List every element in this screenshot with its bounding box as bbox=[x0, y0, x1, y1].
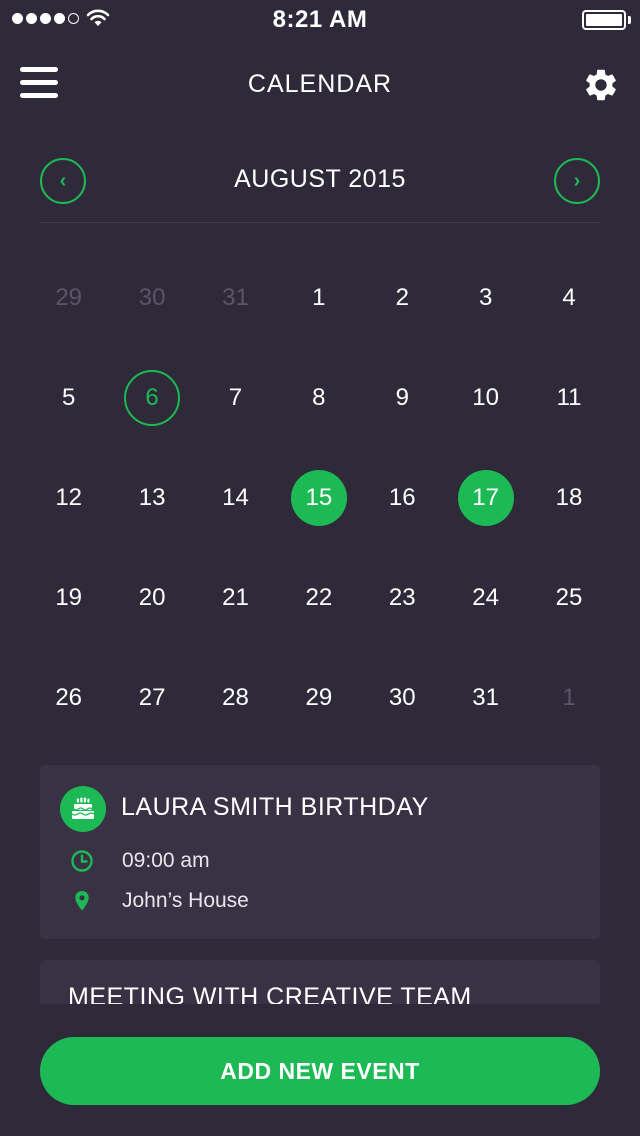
battery-level bbox=[586, 14, 622, 26]
calendar-day-label: 12 bbox=[55, 484, 83, 511]
event-title: MEETING WITH CREATIVE TEAM bbox=[68, 983, 472, 1005]
next-month-button[interactable]: › bbox=[554, 158, 600, 204]
calendar-day-label: 25 bbox=[555, 584, 583, 611]
event-card[interactable]: LAURA SMITH BIRTHDAY 09:00 am John’s Hou… bbox=[40, 765, 600, 939]
calendar-day[interactable]: 29 bbox=[27, 248, 110, 348]
calendar-day[interactable]: 5 bbox=[27, 348, 110, 448]
calendar-day[interactable]: 23 bbox=[361, 548, 444, 648]
calendar-day[interactable]: 11 bbox=[527, 348, 610, 448]
calendar-day-label: 21 bbox=[222, 584, 249, 611]
calendar-day-label: 1 bbox=[312, 284, 326, 311]
calendar-day-label: 10 bbox=[472, 384, 499, 411]
calendar-day[interactable]: 17 bbox=[444, 448, 527, 548]
calendar-day-label: 7 bbox=[228, 384, 243, 411]
calendar-day-label: 22 bbox=[305, 584, 333, 611]
calendar-day[interactable]: 31 bbox=[194, 248, 277, 348]
calendar-day-label: 27 bbox=[138, 684, 166, 711]
event-title: LAURA SMITH BIRTHDAY bbox=[121, 793, 429, 821]
calendar-day[interactable]: 15 bbox=[277, 448, 360, 548]
calendar-day-label: 6 bbox=[124, 370, 181, 426]
calendar-day[interactable]: 4 bbox=[527, 248, 610, 348]
calendar-day[interactable]: 30 bbox=[110, 248, 193, 348]
calendar-day[interactable]: 8 bbox=[277, 348, 360, 448]
calendar-day[interactable]: 12 bbox=[27, 448, 110, 548]
chevron-right-icon: › bbox=[573, 169, 581, 192]
status-bar: 8:21 AM bbox=[0, 0, 640, 40]
list-divider bbox=[40, 1004, 600, 1005]
event-time-row: 09:00 am bbox=[70, 849, 210, 873]
calendar-day-label: 14 bbox=[222, 484, 249, 511]
calendar-day[interactable]: 1 bbox=[277, 248, 360, 348]
calendar-day-label: 19 bbox=[55, 584, 83, 611]
calendar-day[interactable]: 21 bbox=[194, 548, 277, 648]
calendar-day[interactable]: 24 bbox=[444, 548, 527, 648]
calendar-day[interactable]: 28 bbox=[194, 648, 277, 748]
birthday-cake-icon bbox=[60, 786, 106, 832]
nav-bar: CALENDAR bbox=[0, 60, 640, 110]
calendar-day-label: 24 bbox=[472, 584, 499, 611]
calendar-day-label: 28 bbox=[222, 684, 249, 711]
calendar-day-label: 31 bbox=[472, 684, 499, 711]
calendar-day[interactable]: 3 bbox=[444, 248, 527, 348]
calendar-day-label: 9 bbox=[395, 384, 409, 411]
event-time: 09:00 am bbox=[122, 849, 210, 872]
calendar-day-label: 17 bbox=[457, 470, 514, 526]
calendar-day[interactable]: 7 bbox=[194, 348, 277, 448]
gear-icon[interactable] bbox=[582, 66, 620, 104]
calendar-day[interactable]: 20 bbox=[110, 548, 193, 648]
month-title: AUGUST 2015 bbox=[234, 165, 406, 193]
calendar-day-label: 15 bbox=[290, 470, 347, 526]
calendar-day[interactable]: 22 bbox=[277, 548, 360, 648]
battery-tip bbox=[628, 16, 631, 24]
calendar-day-label: 8 bbox=[312, 384, 326, 411]
page-title: CALENDAR bbox=[247, 70, 393, 98]
calendar-day[interactable]: 9 bbox=[361, 348, 444, 448]
calendar-day-label: 20 bbox=[138, 584, 166, 611]
calendar-day[interactable]: 6 bbox=[110, 348, 193, 448]
calendar-day-label: 29 bbox=[305, 684, 333, 711]
calendar-day-label: 3 bbox=[478, 284, 493, 311]
calendar-grid: 29 30 31 1 2 3 4 5 6 7 8 9 10 11 12 13 14 15 16 17 18 19 20 21 2… bbox=[27, 248, 611, 748]
calendar-day-label: 30 bbox=[138, 284, 166, 311]
calendar-day[interactable]: 10 bbox=[444, 348, 527, 448]
calendar-day[interactable]: 26 bbox=[27, 648, 110, 748]
calendar-day-label: 16 bbox=[388, 484, 416, 511]
event-location-row: John’s House bbox=[70, 889, 249, 913]
calendar-day-label: 2 bbox=[395, 284, 409, 311]
calendar-day-label: 18 bbox=[555, 484, 583, 511]
calendar-day-label: 26 bbox=[55, 684, 83, 711]
calendar-day[interactable]: 29 bbox=[277, 648, 360, 748]
event-location: John’s House bbox=[122, 889, 249, 912]
calendar-day-label: 31 bbox=[222, 284, 249, 311]
calendar-day-label: 1 bbox=[562, 684, 576, 711]
calendar-day[interactable]: 25 bbox=[527, 548, 610, 648]
calendar-day-label: 4 bbox=[562, 284, 576, 311]
calendar-day[interactable]: 18 bbox=[527, 448, 610, 548]
event-card[interactable]: MEETING WITH CREATIVE TEAM bbox=[40, 960, 600, 1005]
calendar-day[interactable]: 14 bbox=[194, 448, 277, 548]
calendar-day-label: 5 bbox=[62, 384, 76, 411]
add-new-event-button[interactable]: ADD NEW EVENT bbox=[40, 1037, 600, 1105]
map-pin-icon bbox=[75, 891, 89, 911]
calendar-day[interactable]: 1 bbox=[527, 648, 610, 748]
calendar-day[interactable]: 13 bbox=[110, 448, 193, 548]
calendar-day[interactable]: 30 bbox=[361, 648, 444, 748]
calendar-day-label: 11 bbox=[556, 384, 582, 411]
calendar-day[interactable]: 19 bbox=[27, 548, 110, 648]
calendar-day-label: 23 bbox=[388, 584, 416, 611]
calendar-screen: 8:21 AM CALENDAR ‹ AUGUST 2015 › 29 30 31 1… bbox=[0, 0, 640, 1136]
status-time: 8:21 AM bbox=[272, 6, 368, 33]
calendar-day[interactable]: 2 bbox=[361, 248, 444, 348]
clock-icon bbox=[71, 850, 93, 872]
month-header: ‹ AUGUST 2015 › bbox=[40, 157, 600, 223]
calendar-day-label: 29 bbox=[55, 284, 83, 311]
calendar-day-label: 30 bbox=[388, 684, 416, 711]
calendar-day[interactable]: 31 bbox=[444, 648, 527, 748]
calendar-day[interactable]: 27 bbox=[110, 648, 193, 748]
calendar-day[interactable]: 16 bbox=[361, 448, 444, 548]
calendar-day-label: 13 bbox=[138, 484, 166, 511]
battery-icon bbox=[582, 10, 626, 30]
